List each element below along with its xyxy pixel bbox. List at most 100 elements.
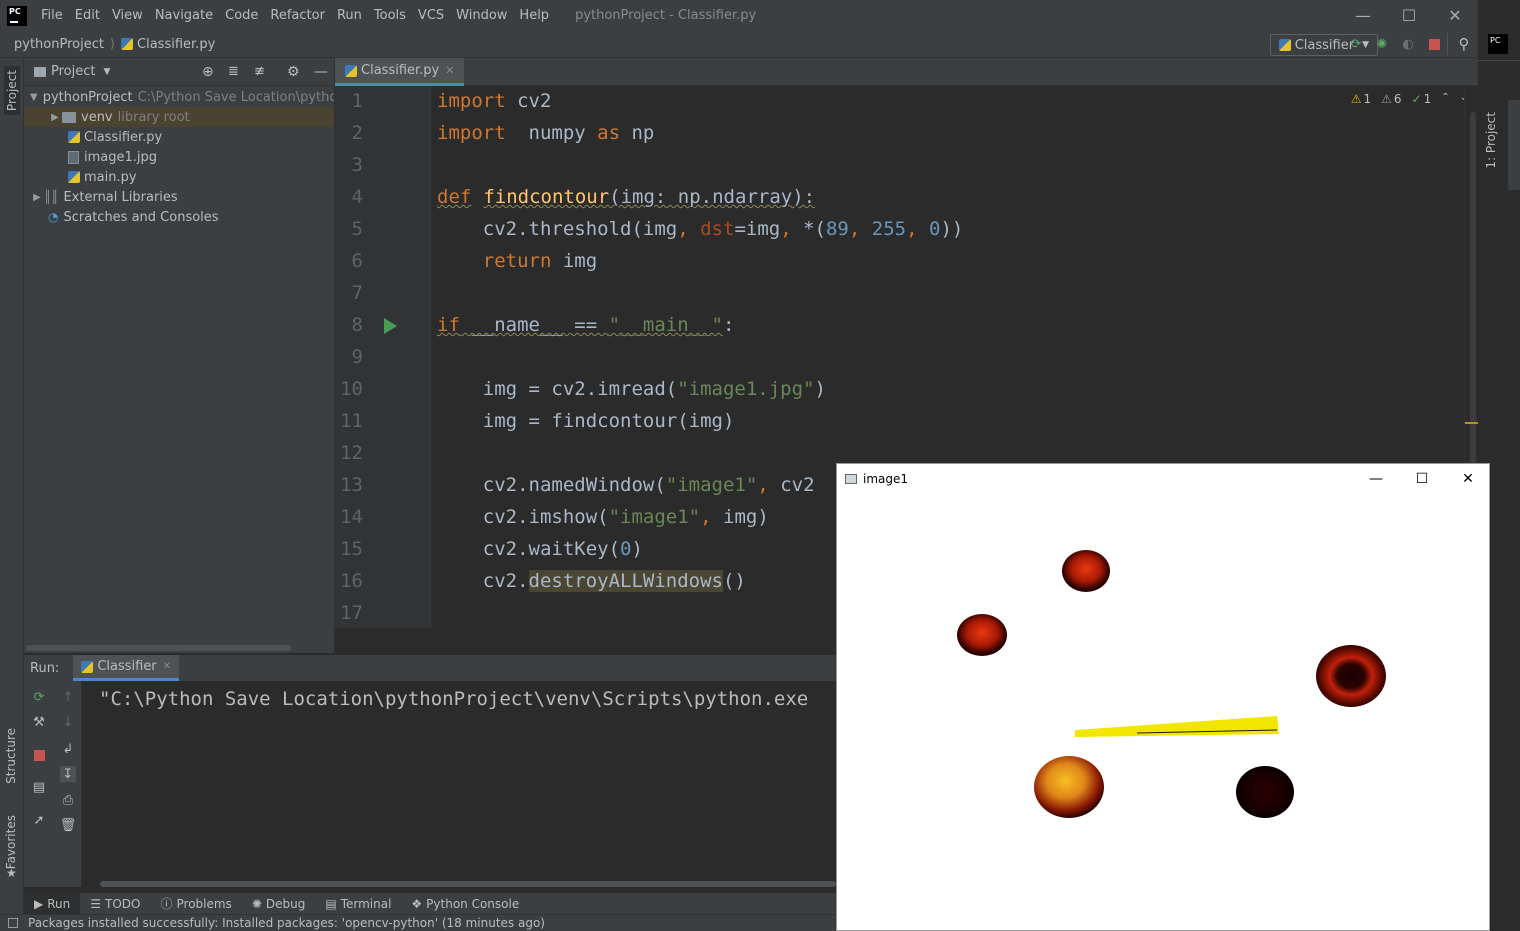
console-scrollbar[interactable] bbox=[100, 881, 836, 887]
menu-refactor[interactable]: Refactor bbox=[264, 8, 331, 23]
soft-wrap-icon[interactable]: ↲ bbox=[60, 741, 76, 757]
code-line-4: def findcontour(img: np.ndarray): bbox=[437, 186, 816, 208]
tree-item-scratches[interactable]: ◔ Scratches and Consoles bbox=[24, 207, 334, 227]
expand-all-icon[interactable]: ≣ bbox=[228, 64, 239, 79]
image-window-titlebar[interactable]: image1 — ☐ ✕ bbox=[837, 464, 1489, 494]
coin-top bbox=[1062, 550, 1110, 592]
tool-windows-icon[interactable] bbox=[8, 918, 18, 928]
tree-label: image1.jpg bbox=[84, 149, 158, 165]
minimize-button[interactable]: — bbox=[1353, 464, 1399, 494]
rerun-icon[interactable]: ⟳ bbox=[31, 689, 47, 705]
menu-file[interactable]: File bbox=[35, 8, 69, 23]
project-pane-title[interactable]: Project bbox=[51, 64, 95, 79]
coverage-icon[interactable]: ◐ bbox=[1400, 36, 1416, 52]
chevron-down-icon[interactable]: ▼ bbox=[103, 67, 110, 77]
inspection-widget[interactable]: ⚠1 ⚠6 ✓1 ⌃ ⌄ bbox=[1351, 92, 1468, 106]
coin-right bbox=[1316, 645, 1386, 707]
tree-item-main[interactable]: main.py bbox=[24, 167, 334, 187]
menu-help[interactable]: Help bbox=[513, 8, 555, 23]
window-title: pythonProject - Classifier.py bbox=[575, 8, 757, 23]
structure-tool-button[interactable]: Structure bbox=[4, 728, 18, 784]
menu-code[interactable]: Code bbox=[219, 8, 264, 23]
tree-item-external-libraries[interactable]: ▶ ║║ External Libraries bbox=[24, 187, 334, 207]
horizontal-scrollbar[interactable] bbox=[26, 645, 291, 651]
tool-tab-debug[interactable]: ✺ Debug bbox=[242, 897, 316, 911]
typo-icon: ✓ bbox=[1411, 92, 1422, 106]
code-line-11: img = findcontour(img) bbox=[437, 410, 735, 432]
chevron-right-icon: ▶ bbox=[33, 191, 41, 203]
menu-window[interactable]: Window bbox=[450, 8, 513, 23]
tool-tab-python-console[interactable]: ❖ Python Console bbox=[401, 897, 529, 911]
maximize-button[interactable]: ☐ bbox=[1386, 0, 1432, 31]
menu-navigate[interactable]: Navigate bbox=[149, 8, 219, 23]
editor-tab-classifier[interactable]: Classifier.py ✕ bbox=[335, 58, 465, 86]
code-line-2: import numpy as np bbox=[437, 122, 655, 144]
project-tool-button[interactable]: Project bbox=[4, 66, 20, 116]
console-output[interactable]: "C:\Python Save Location\pythonProject\v… bbox=[82, 681, 836, 887]
collapse-all-icon[interactable]: ≢ bbox=[254, 64, 265, 79]
pin-icon[interactable]: ➚ bbox=[31, 812, 47, 828]
menu-run[interactable]: Run bbox=[331, 8, 368, 23]
close-button[interactable]: ✕ bbox=[1445, 464, 1491, 494]
favorites-tool-button[interactable]: Favorites bbox=[4, 815, 18, 869]
menu-tools[interactable]: Tools bbox=[368, 8, 412, 23]
tool-tab-todo[interactable]: ☰ TODO bbox=[80, 897, 150, 911]
run-gutter-icon[interactable] bbox=[384, 318, 397, 334]
scrollbar-thumb[interactable] bbox=[1470, 112, 1476, 472]
minimize-button[interactable]: — bbox=[1340, 0, 1386, 31]
line-number: 2 bbox=[351, 122, 363, 144]
menu-edit[interactable]: Edit bbox=[69, 8, 106, 23]
stop-icon[interactable] bbox=[1426, 36, 1442, 52]
layout-icon[interactable]: ▤ bbox=[31, 779, 47, 795]
debug-icon[interactable]: ✺ bbox=[1374, 36, 1390, 52]
breadcrumb-project[interactable]: pythonProject bbox=[14, 37, 104, 52]
line-number: 13 bbox=[340, 474, 363, 496]
terminal-icon: ▤ bbox=[325, 896, 337, 911]
tree-item-venv[interactable]: ▶ venv library root bbox=[24, 107, 334, 127]
rerun-icon[interactable]: ⟳ bbox=[1348, 36, 1364, 52]
scroll-to-end-icon[interactable]: ↧ bbox=[60, 766, 76, 782]
error-stripe-mark[interactable] bbox=[1465, 422, 1479, 424]
gear-icon[interactable]: ⚙ bbox=[287, 64, 300, 80]
locate-icon[interactable]: ⊕ bbox=[202, 64, 214, 80]
project-tool-button[interactable]: 1: Project bbox=[1484, 112, 1498, 169]
stop-icon[interactable] bbox=[31, 747, 47, 763]
line-number: 10 bbox=[340, 378, 363, 400]
tree-label: External Libraries bbox=[63, 189, 178, 205]
maximize-button[interactable]: ☐ bbox=[1399, 464, 1445, 494]
close-tab-icon[interactable]: ✕ bbox=[445, 64, 454, 77]
editor-gutter: 1 2 3 4 5 6 7 8 9 10 11 12 13 14 15 16 1… bbox=[335, 86, 430, 628]
print-icon[interactable]: ⎙ bbox=[60, 792, 76, 808]
search-icon[interactable]: ⚲ bbox=[1456, 35, 1472, 53]
tool-tab-terminal[interactable]: ▤ Terminal bbox=[315, 897, 401, 911]
tree-item-classifier[interactable]: Classifier.py bbox=[24, 127, 334, 147]
tool-tab-run[interactable]: ▶ Run bbox=[24, 893, 81, 914]
list-icon: ☰ bbox=[90, 896, 102, 911]
tool-tab-problems[interactable]: ⓘ Problems bbox=[150, 895, 241, 912]
trash-icon[interactable]: 🗑 bbox=[60, 817, 77, 833]
line-number: 6 bbox=[351, 250, 363, 272]
hide-icon[interactable]: — bbox=[314, 64, 328, 80]
menu-view[interactable]: View bbox=[106, 8, 149, 23]
status-message[interactable]: Packages installed successfully: Install… bbox=[28, 916, 545, 930]
close-tab-icon[interactable]: ✕ bbox=[163, 661, 171, 672]
star-icon: ★ bbox=[6, 866, 17, 880]
bug-icon: ✺ bbox=[251, 896, 262, 911]
arrow-up-icon[interactable]: ↑ bbox=[60, 689, 76, 705]
run-tab-classifier[interactable]: Classifier ✕ bbox=[73, 655, 180, 681]
arrow-down-icon[interactable]: ↓ bbox=[60, 714, 76, 730]
close-button[interactable]: ✕ bbox=[1432, 0, 1478, 31]
chevron-up-icon[interactable]: ⌃ bbox=[1441, 92, 1449, 106]
breadcrumb-file[interactable]: Classifier.py bbox=[137, 37, 215, 52]
indent-guide bbox=[430, 86, 431, 628]
tree-item-image1[interactable]: image1.jpg bbox=[24, 147, 334, 167]
wrench-icon[interactable]: ⚒ bbox=[31, 714, 47, 730]
code-line-6: return img bbox=[437, 250, 598, 272]
left-tool-strip: Project Structure Favorites ★ bbox=[0, 58, 24, 914]
play-icon: ▶ bbox=[34, 896, 44, 911]
line-number: 15 bbox=[340, 538, 363, 560]
warning-count: 1 bbox=[1363, 92, 1372, 106]
image-window[interactable]: image1 — ☐ ✕ bbox=[836, 463, 1490, 931]
menu-vcs[interactable]: VCS bbox=[412, 8, 450, 23]
tree-item-project-root[interactable]: ▼ pythonProject C:\Python Save Location\… bbox=[24, 87, 334, 107]
